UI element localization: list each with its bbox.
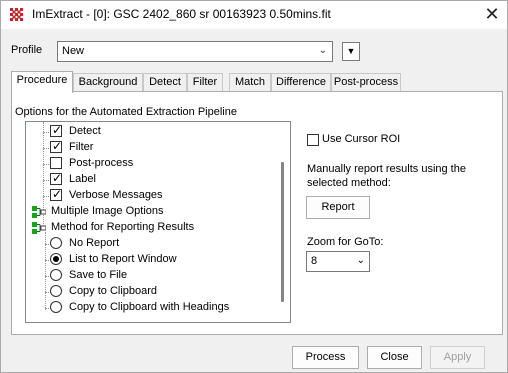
tree-node-multiple-image[interactable]: Multiple Image Options xyxy=(26,204,286,220)
tree-item-label: Filter xyxy=(69,141,94,153)
imextract-dialog: ImExtract - [0]: GSC 2402_860 sr 0016392… xyxy=(0,0,508,373)
tree-item-verbose[interactable]: ✓ Verbose Messages xyxy=(26,187,286,204)
profile-menu-button[interactable]: ▼ xyxy=(342,42,360,61)
apply-button[interactable]: Apply xyxy=(430,346,485,369)
copy-clipboard-radio[interactable] xyxy=(50,285,62,297)
tree-item-copy-clipboard-headings[interactable]: Copy to Clipboard with Headings xyxy=(26,300,286,316)
process-button[interactable]: Process xyxy=(292,346,359,369)
list-to-report-radio[interactable] xyxy=(50,253,62,265)
use-cursor-roi-label: Use Cursor ROI xyxy=(322,133,401,145)
profile-select[interactable]: New ⌄ xyxy=(57,41,333,62)
tree-item-label: No Report xyxy=(69,237,120,249)
tree-item-label: Verbose Messages xyxy=(69,189,163,201)
tree-item-label: Save to File xyxy=(69,269,128,281)
close-button[interactable]: Close xyxy=(367,346,422,369)
manual-report-text: Manually report results using the select… xyxy=(307,163,466,189)
tree-item-label: Copy to Clipboard with Headings xyxy=(69,301,230,313)
tree-scrollbar[interactable] xyxy=(281,162,284,302)
tree-item-save-to-file[interactable]: Save to File xyxy=(26,268,286,284)
profile-value: New xyxy=(62,45,85,57)
group-title: Options for the Automated Extraction Pip… xyxy=(15,106,237,118)
tab-detect[interactable]: Detect xyxy=(143,73,187,91)
tree-node-label: Multiple Image Options xyxy=(51,205,164,217)
pipeline-options-tree[interactable]: ✓ Detect ✓ Filter Post-process ✓ Label ✓… xyxy=(25,121,291,323)
tab-post-process[interactable]: Post-process xyxy=(331,73,401,91)
tab-background[interactable]: Background xyxy=(73,73,143,91)
verbose-checkbox[interactable]: ✓ xyxy=(50,187,62,201)
use-cursor-roi-checkbox[interactable] xyxy=(307,134,319,146)
window-title: ImExtract - [0]: GSC 2402_860 sr 0016392… xyxy=(32,7,331,21)
tree-item-list-to-report[interactable]: List to Report Window xyxy=(26,252,286,268)
tree-item-label-option[interactable]: ✓ Label xyxy=(26,171,286,188)
filter-checkbox[interactable]: ✓ xyxy=(50,139,62,153)
zoom-goto-label: Zoom for GoTo: xyxy=(307,236,384,248)
tree-item-no-report[interactable]: No Report xyxy=(26,236,286,252)
report-button[interactable]: Report xyxy=(306,196,370,219)
post-process-checkbox[interactable] xyxy=(50,157,62,169)
detect-checkbox[interactable]: ✓ xyxy=(50,123,62,137)
tab-match[interactable]: Match xyxy=(229,73,271,91)
zoom-goto-select[interactable]: 8 ⌄ xyxy=(306,251,370,272)
option-node-icon xyxy=(32,206,46,218)
tree-item-label: List to Report Window xyxy=(69,253,177,265)
tree-item-copy-clipboard[interactable]: Copy to Clipboard xyxy=(26,284,286,300)
title-bar: ImExtract - [0]: GSC 2402_860 sr 0016392… xyxy=(1,1,507,29)
tree-item-filter[interactable]: ✓ Filter xyxy=(26,139,286,156)
tree-item-label: Copy to Clipboard xyxy=(69,285,158,297)
chevron-down-icon: ⌄ xyxy=(356,255,365,266)
tab-difference[interactable]: Difference xyxy=(271,73,331,91)
tree-node-reporting-method[interactable]: Method for Reporting Results xyxy=(26,220,286,236)
tab-filter[interactable]: Filter xyxy=(187,73,223,91)
chevron-down-icon: ⌄ xyxy=(318,45,327,56)
tree-node-label: Method for Reporting Results xyxy=(51,221,195,233)
option-node-icon xyxy=(32,222,46,234)
tab-procedure[interactable]: Procedure xyxy=(11,71,73,93)
tree-item-post-process[interactable]: Post-process xyxy=(26,156,286,172)
no-report-radio[interactable] xyxy=(50,237,62,249)
zoom-goto-value: 8 xyxy=(311,255,318,267)
tree-item-detect[interactable]: ✓ Detect xyxy=(26,123,286,140)
imextract-grid-icon xyxy=(10,8,23,21)
save-to-file-radio[interactable] xyxy=(50,269,62,281)
tree-item-label: Detect xyxy=(69,125,101,137)
profile-label: Profile xyxy=(11,44,43,56)
label-checkbox[interactable]: ✓ xyxy=(50,171,62,185)
copy-clipboard-headings-radio[interactable] xyxy=(50,301,62,313)
close-icon[interactable]: ✕ xyxy=(481,4,503,24)
tree-item-label: Post-process xyxy=(69,157,134,169)
tree-item-label: Label xyxy=(69,173,96,185)
